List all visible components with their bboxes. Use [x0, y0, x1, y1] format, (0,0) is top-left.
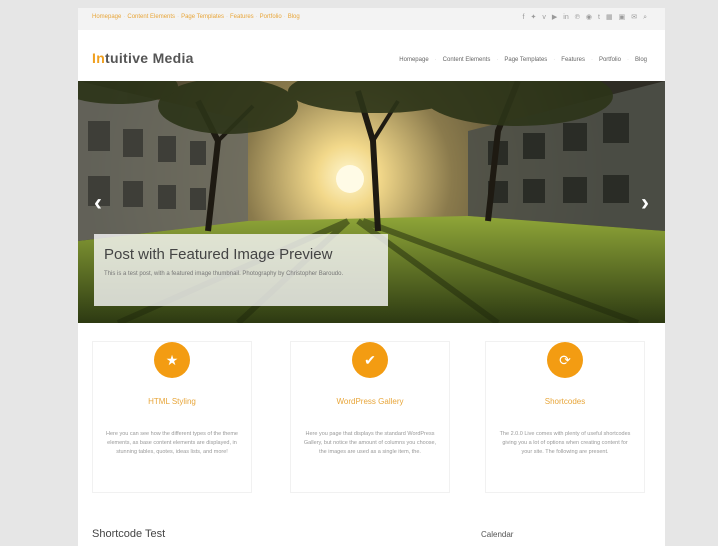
- page-container: Homepage · Content Elements · Page Templat…: [78, 8, 665, 546]
- slide-caption[interactable]: Post with Featured Image Preview This is…: [94, 234, 388, 306]
- feature-box-shortcodes[interactable]: ⟳ Shortcodes The 2.0.0 Live comes with p…: [485, 341, 645, 493]
- linkedin-icon[interactable]: in: [563, 13, 568, 23]
- feature-title[interactable]: Shortcodes: [486, 397, 644, 406]
- slide-title[interactable]: Post with Featured Image Preview: [104, 246, 332, 263]
- pinterest-icon[interactable]: ℗: [575, 13, 580, 23]
- feature-text: Here you page that displays the standard…: [303, 431, 437, 455]
- tumblr-icon[interactable]: t: [598, 13, 600, 23]
- star-icon: ★: [154, 342, 190, 378]
- email-icon[interactable]: ✉: [631, 13, 637, 23]
- top-nav-portfolio[interactable]: Portfolio: [260, 14, 282, 20]
- top-nav-content-elements[interactable]: Content Elements: [127, 14, 175, 20]
- nav-item-page-templates[interactable]: Page Templates: [504, 57, 547, 63]
- separator: ·: [434, 57, 437, 63]
- site-header: Intuitive Media Homepage · Content Elemen…: [78, 30, 665, 80]
- slider-next-button[interactable]: ›: [641, 191, 649, 215]
- nav-item-blog[interactable]: Blog: [635, 57, 647, 63]
- vimeo-icon[interactable]: v: [542, 13, 546, 23]
- top-nav-page-templates[interactable]: Page Templates: [181, 14, 224, 20]
- flickr-icon[interactable]: ▦: [606, 13, 613, 23]
- separator: ·: [626, 57, 629, 63]
- top-nav-blog[interactable]: Blog: [288, 14, 300, 20]
- top-bar: Homepage · Content Elements · Page Templat…: [78, 8, 665, 31]
- search-icon[interactable]: ⌕: [643, 13, 647, 23]
- separator: ·: [590, 57, 593, 63]
- section-heading-shortcode-test: Shortcode Test: [92, 528, 166, 540]
- checkmark-icon: ✔: [352, 342, 388, 378]
- rss-icon[interactable]: ◉: [586, 13, 592, 23]
- logo-text: tuitive Media: [105, 50, 194, 66]
- nav-item-portfolio[interactable]: Portfolio: [599, 57, 621, 63]
- hero-slider[interactable]: ‹ › Post with Featured Image Preview Thi…: [78, 81, 665, 323]
- top-nav: Homepage · Content Elements · Page Templat…: [92, 14, 300, 20]
- refresh-icon: ⟳: [547, 342, 583, 378]
- logo-accent: In: [92, 50, 106, 66]
- social-icons: f ✦ v ▶ in ℗ ◉ t ▦ ▣ ✉ ⌕: [523, 13, 647, 23]
- feature-title[interactable]: WordPress Gallery: [291, 397, 449, 406]
- site-logo[interactable]: Intuitive Media: [92, 50, 194, 66]
- separator: ·: [496, 57, 499, 63]
- slider-prev-button[interactable]: ‹: [94, 191, 102, 215]
- instagram-icon[interactable]: ▣: [619, 13, 626, 23]
- twitter-icon[interactable]: ✦: [531, 13, 537, 23]
- youtube-icon[interactable]: ▶: [552, 13, 557, 23]
- feature-text: Here you can see how the different types…: [106, 431, 238, 455]
- feature-box-wordpress-gallery[interactable]: ✔ WordPress Gallery Here you page that d…: [290, 341, 450, 493]
- feature-box-html-styling[interactable]: ★ HTML Styling Here you can see how the …: [92, 341, 252, 493]
- nav-item-features[interactable]: Features: [561, 57, 585, 63]
- main-nav: Homepage · Content Elements · Page Templat…: [399, 57, 647, 63]
- facebook-icon[interactable]: f: [523, 13, 525, 23]
- nav-item-homepage[interactable]: Homepage: [399, 57, 428, 63]
- nav-item-content-elements[interactable]: Content Elements: [443, 57, 491, 63]
- top-nav-features[interactable]: Features: [230, 14, 254, 20]
- feature-text: The 2.0.0 Live comes with plenty of usef…: [499, 431, 631, 455]
- separator: ·: [553, 57, 556, 63]
- widget-title-calendar: Calendar: [481, 530, 514, 539]
- top-nav-homepage[interactable]: Homepage: [92, 14, 121, 20]
- feature-title[interactable]: HTML Styling: [93, 397, 251, 406]
- slide-excerpt: This is a test post, with a featured ima…: [104, 271, 344, 277]
- features-row: ★ HTML Styling Here you can see how the …: [78, 331, 665, 493]
